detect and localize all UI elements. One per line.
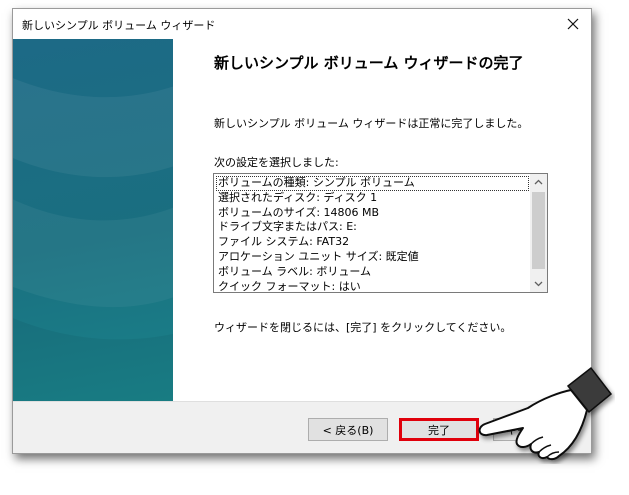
page-title: 新しいシンプル ボリューム ウィザードの完了 (214, 54, 524, 72)
wizard-side-banner (13, 39, 173, 401)
settings-item[interactable]: ボリュームのサイズ: 14806 MB (216, 206, 529, 221)
settings-item[interactable]: ボリューム ラベル: ボリューム (216, 265, 529, 280)
settings-label: 次の設定を選択しました: (214, 156, 339, 169)
settings-item[interactable]: ボリュームの種類: シンプル ボリューム (216, 176, 529, 191)
success-message: 新しいシンプル ボリューム ウィザードは正常に完了しました。 (214, 117, 529, 130)
back-button[interactable]: < 戻る(B) (308, 418, 388, 441)
button-bar: < 戻る(B) 完了 キャンセル (13, 401, 591, 453)
listbox-scrollbar[interactable] (530, 174, 547, 292)
wizard-dialog: 新しいシンプル ボリューム ウィザード 新しいシンプル ボリューム ウィザードの… (12, 8, 592, 454)
finish-button[interactable]: 完了 (399, 418, 479, 441)
wizard-content: 新しいシンプル ボリューム ウィザードの完了 新しいシンプル ボリューム ウィザ… (173, 39, 591, 401)
settings-list: ボリュームの種類: シンプル ボリューム 選択されたディスク: ディスク 1 ボ… (216, 176, 529, 292)
close-icon[interactable] (561, 12, 585, 36)
chevron-up-icon[interactable] (530, 174, 547, 191)
settings-item[interactable]: 選択されたディスク: ディスク 1 (216, 191, 529, 206)
settings-item[interactable]: アロケーション ユニット サイズ: 既定値 (216, 250, 529, 265)
cancel-button[interactable]: キャンセル (493, 418, 573, 441)
title-bar: 新しいシンプル ボリューム ウィザード (13, 9, 591, 39)
settings-listbox[interactable]: ボリュームの種類: シンプル ボリューム 選択されたディスク: ディスク 1 ボ… (213, 173, 548, 293)
close-hint: ウィザードを閉じるには、[完了] をクリックしてください。 (214, 321, 512, 334)
settings-item[interactable]: ドライブ文字またはパス: E: (216, 220, 529, 235)
chevron-down-icon[interactable] (530, 275, 547, 292)
settings-item[interactable]: クイック フォーマット: はい (216, 280, 529, 292)
scrollbar-thumb[interactable] (532, 192, 545, 269)
window-title: 新しいシンプル ボリューム ウィザード (22, 19, 216, 32)
settings-item[interactable]: ファイル システム: FAT32 (216, 235, 529, 250)
